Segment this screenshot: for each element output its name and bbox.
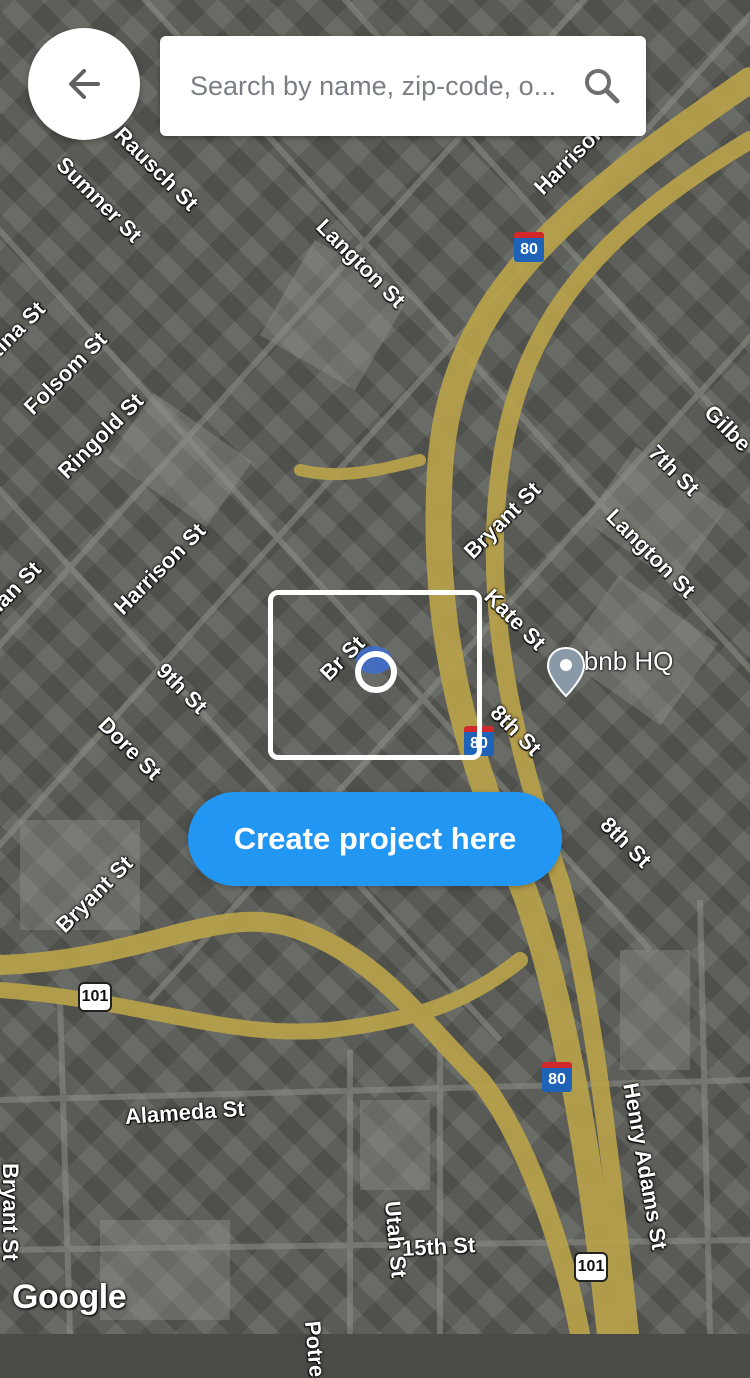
google-attribution: Google xyxy=(12,1278,127,1316)
street-label: Potre xyxy=(300,1319,330,1378)
street-label: Bryant St xyxy=(0,1163,23,1261)
arrow-left-icon xyxy=(69,69,100,99)
us-101-shield: 101 xyxy=(574,1252,608,1282)
street-label: 15th St xyxy=(401,1232,476,1261)
search-bar xyxy=(160,36,646,136)
search-input[interactable] xyxy=(188,69,572,103)
interstate-80-shield: 80 xyxy=(542,1062,572,1092)
create-project-button[interactable]: Create project here xyxy=(188,792,562,886)
us-101-shield: 101 xyxy=(78,982,112,1012)
location-marker-icon xyxy=(355,646,397,693)
poi-airbnb-hq[interactable]: Airbnb HQ xyxy=(546,646,673,698)
search-icon[interactable] xyxy=(582,66,622,106)
back-button[interactable] xyxy=(28,28,140,140)
map-pin-icon xyxy=(546,646,586,698)
interstate-80-shield: 80 xyxy=(514,232,544,262)
